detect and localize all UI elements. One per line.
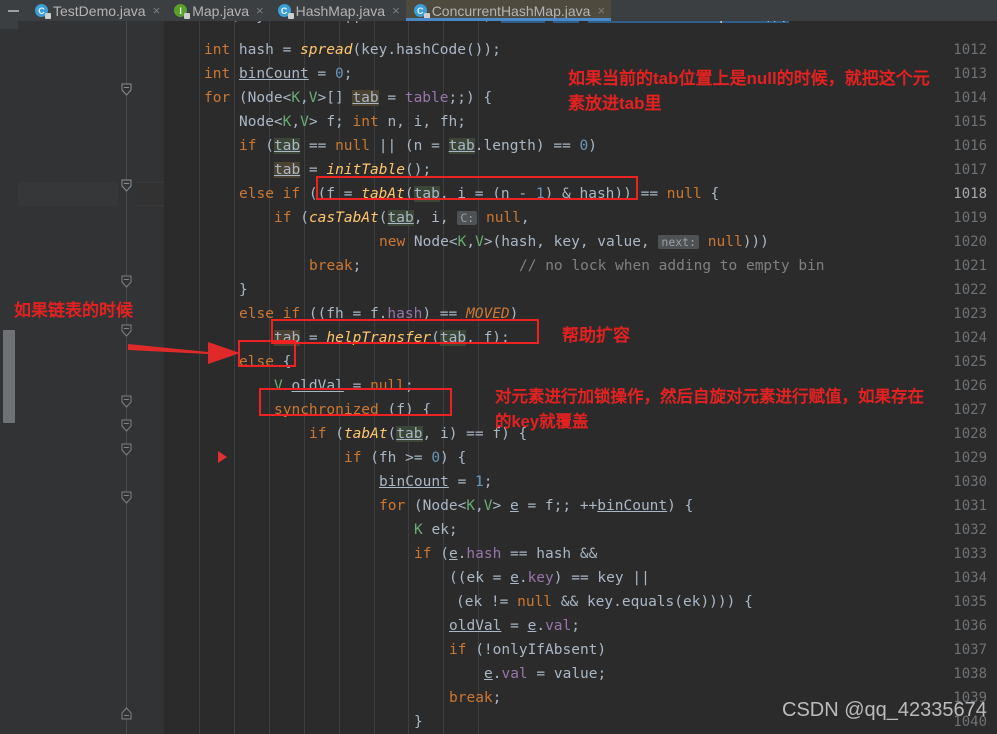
tab-concurrenthashmap-java[interactable]: C ConcurrentHashMap.java × bbox=[405, 0, 612, 21]
code-line-1012: int hash = spread(key.hashCode()); bbox=[204, 42, 501, 58]
tab-label: TestDemo.java bbox=[53, 2, 146, 19]
fold-collapse-icon[interactable] bbox=[121, 275, 132, 288]
tab-testdemo-java[interactable]: C TestDemo.java × bbox=[27, 0, 167, 21]
code-folding-strip[interactable] bbox=[118, 21, 136, 734]
fold-guide-line bbox=[126, 21, 127, 734]
annotation-linked-list: 如果链表的时候 bbox=[14, 301, 133, 320]
annotation-line-2: 的key就覆盖 bbox=[495, 413, 589, 431]
code-line-1021: break; // no lock when adding to empty b… bbox=[309, 258, 825, 274]
code-line-1037: if (!onlyIfAbsent) bbox=[449, 642, 607, 658]
java-class-icon: C bbox=[413, 4, 430, 19]
fold-collapse-icon[interactable] bbox=[121, 395, 132, 408]
code-line-1020: new Node<K,V>(hash, key, value, next: nu… bbox=[379, 234, 769, 250]
code-line-1019: if (casTabAt(tab, i, C: null, bbox=[274, 210, 530, 226]
code-line-1036: oldVal = e.val; bbox=[449, 618, 580, 634]
close-icon[interactable]: × bbox=[597, 3, 605, 18]
tab-label: Map.java bbox=[192, 2, 249, 19]
red-arrow-to-else-icon bbox=[128, 342, 240, 364]
csdn-watermark: CSDN @qq_42335674 bbox=[782, 699, 987, 721]
run-to-cursor-marker-icon[interactable] bbox=[218, 451, 227, 463]
code-line-1016: if (tab == null || (n = tab.length) == 0… bbox=[239, 138, 598, 154]
code-line-1018: else if ((f = tabAt(tab, i = (n - 1) & h… bbox=[239, 186, 720, 202]
code-editor[interactable]: if (key == null || value == null) throw … bbox=[0, 21, 997, 734]
tab-map-java[interactable]: I Map.java × bbox=[166, 0, 270, 21]
fold-collapse-icon[interactable] bbox=[121, 179, 132, 192]
vertical-scrollbar-thumb[interactable] bbox=[3, 330, 15, 423]
java-interface-icon: I bbox=[174, 4, 191, 19]
annotation-null-slot: 如果当前的tab位置上是null的时候，就把这个元 素放进tab里 bbox=[568, 66, 997, 116]
close-icon[interactable]: × bbox=[256, 3, 264, 18]
fold-collapse-icon[interactable] bbox=[121, 443, 132, 456]
tab-label: ConcurrentHashMap.java bbox=[431, 2, 591, 19]
tab-bar-gutter bbox=[0, 0, 27, 21]
annotation-line-2: 素放进tab里 bbox=[568, 94, 662, 113]
close-icon[interactable]: × bbox=[392, 3, 400, 18]
code-content[interactable]: if (key == null || value == null) throw … bbox=[164, 21, 997, 734]
left-gutter-strip bbox=[0, 21, 18, 734]
code-line-1032: K ek; bbox=[414, 522, 458, 538]
annotation-lock-element: 对元素进行加锁操作，然后自旋对元素进行赋值，如果存在 的key就覆盖 bbox=[495, 385, 997, 435]
close-icon[interactable]: × bbox=[153, 3, 161, 18]
collapse-icon[interactable] bbox=[8, 9, 19, 12]
ide-window: C TestDemo.java × I Map.java × C HashMap… bbox=[0, 0, 997, 734]
annotation-help-resize: 帮助扩容 bbox=[562, 326, 630, 345]
code-line-1034: ((ek = e.key) == key || bbox=[449, 570, 650, 586]
tab-hashmap-java[interactable]: C HashMap.java × bbox=[269, 0, 406, 21]
tab-label: HashMap.java bbox=[295, 2, 386, 19]
editor-tab-bar: C TestDemo.java × I Map.java × C HashMap… bbox=[0, 0, 997, 21]
annotation-line-1: 如果当前的tab位置上是null的时候，就把这个元 bbox=[568, 69, 930, 88]
code-line-1035: (ek != null && key.equals(ek)))) { bbox=[456, 594, 753, 610]
code-line-1030: binCount = 1; bbox=[379, 474, 493, 490]
code-line-1022: } bbox=[239, 282, 248, 298]
marker-strip[interactable] bbox=[136, 21, 164, 734]
code-line-1038: e.val = value; bbox=[484, 666, 607, 682]
code-line-partial: if (key == null || value == null) throw … bbox=[164, 21, 997, 23]
strip-cap bbox=[0, 21, 18, 29]
annotation-line-1: 对元素进行加锁操作，然后自旋对元素进行赋值，如果存在 bbox=[495, 388, 924, 406]
fold-expand-icon[interactable] bbox=[121, 707, 132, 720]
code-line-1029: if (fh >= 0) { bbox=[344, 450, 467, 466]
fold-collapse-icon[interactable] bbox=[121, 491, 132, 504]
code-line-1017: tab = initTable(); bbox=[274, 162, 432, 178]
code-line-1033: if (e.hash == hash && bbox=[414, 546, 598, 562]
fold-collapse-icon[interactable] bbox=[121, 419, 132, 432]
java-class-icon: C bbox=[35, 4, 51, 19]
code-line-1031: for (Node<K,V> e = f;; ++binCount) { bbox=[379, 498, 694, 514]
java-class-icon: C bbox=[277, 4, 294, 19]
code-line-1025: else { bbox=[239, 354, 292, 370]
fold-collapse-icon[interactable] bbox=[121, 83, 132, 96]
